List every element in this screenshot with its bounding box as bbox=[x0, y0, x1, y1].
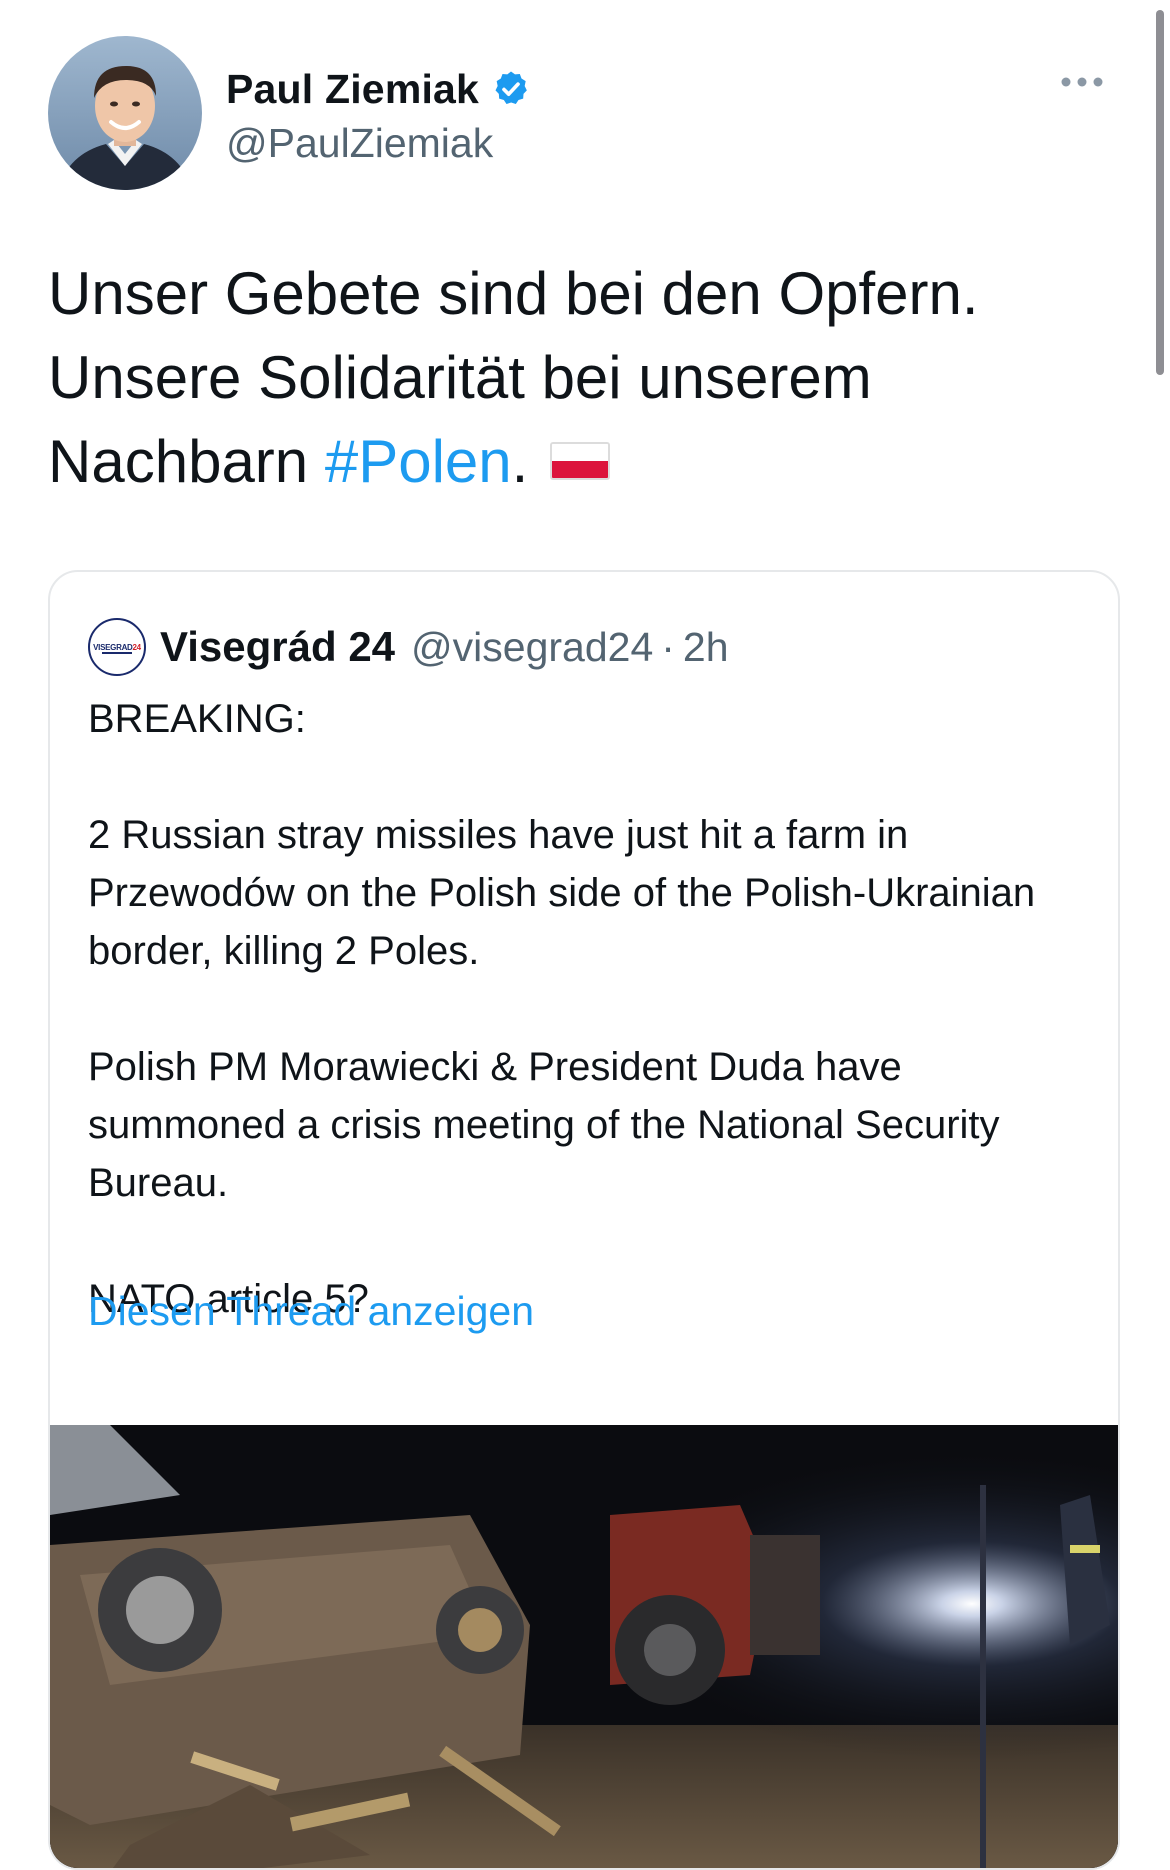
tweet-header: Paul Ziemiak @PaulZiemiak bbox=[48, 36, 1130, 192]
author-display-name[interactable]: Paul Ziemiak bbox=[226, 66, 479, 113]
quoted-avatar-logo-bar bbox=[102, 652, 132, 654]
tweet-text-line-3: Nachbarn #Polen. bbox=[48, 420, 1108, 504]
quoted-time-separator: · bbox=[661, 623, 675, 670]
tweet-text: Unser Gebete sind bei den Opfern. Unsere… bbox=[48, 252, 1108, 504]
tweet-text-line-1: Unser Gebete sind bei den Opfern. bbox=[48, 260, 979, 327]
author-handle[interactable]: @PaulZiemiak bbox=[226, 120, 531, 167]
quoted-author-display-name[interactable]: Visegrád 24 bbox=[160, 623, 395, 671]
quoted-avatar-logo: VISEGRAD24 bbox=[93, 643, 141, 652]
poland-flag-icon bbox=[550, 442, 611, 480]
verified-badge-icon bbox=[495, 71, 527, 104]
quoted-avatar-logo-number: 24 bbox=[132, 642, 142, 652]
author-names: Paul Ziemiak @PaulZiemiak bbox=[226, 62, 531, 167]
tweet-text-suffix: . bbox=[511, 428, 529, 495]
author-avatar[interactable] bbox=[48, 36, 202, 190]
tweet-text-line-2: Unsere Solidarität bei unserem bbox=[48, 344, 872, 411]
scrollbar[interactable] bbox=[1156, 10, 1164, 375]
quoted-paragraph: 2 Russian stray missiles have just hit a… bbox=[88, 813, 1036, 973]
quoted-avatar-logo-text: VISEGRAD bbox=[93, 642, 133, 652]
quoted-tweet-body: BREAKING: 2 Russian stray missiles have … bbox=[88, 690, 1088, 1328]
tweet-text-prefix: Nachbarn bbox=[48, 428, 325, 495]
quoted-paragraph: Polish PM Morawiecki & President Duda ha… bbox=[88, 1045, 1000, 1205]
display-name-row: Paul Ziemiak bbox=[226, 62, 531, 116]
ellipsis-horizontal-icon[interactable] bbox=[1058, 72, 1106, 92]
quoted-author-handle[interactable]: @visegrad24 bbox=[411, 624, 653, 671]
hashtag-link[interactable]: #Polen bbox=[325, 428, 512, 495]
quoted-timestamp[interactable]: 2h bbox=[683, 624, 729, 671]
quoted-tweet-card[interactable]: VISEGRAD24 Visegrád 24 @visegrad24 · 2h … bbox=[48, 570, 1120, 1870]
show-thread-link[interactable]: Diesen Thread anzeigen bbox=[88, 1288, 534, 1335]
quoted-tweet-header: VISEGRAD24 Visegrád 24 @visegrad24 · 2h bbox=[88, 618, 729, 676]
quoted-author-avatar[interactable]: VISEGRAD24 bbox=[88, 618, 146, 676]
quoted-paragraph: BREAKING: bbox=[88, 697, 306, 741]
quoted-media-image[interactable] bbox=[50, 1425, 1118, 1868]
